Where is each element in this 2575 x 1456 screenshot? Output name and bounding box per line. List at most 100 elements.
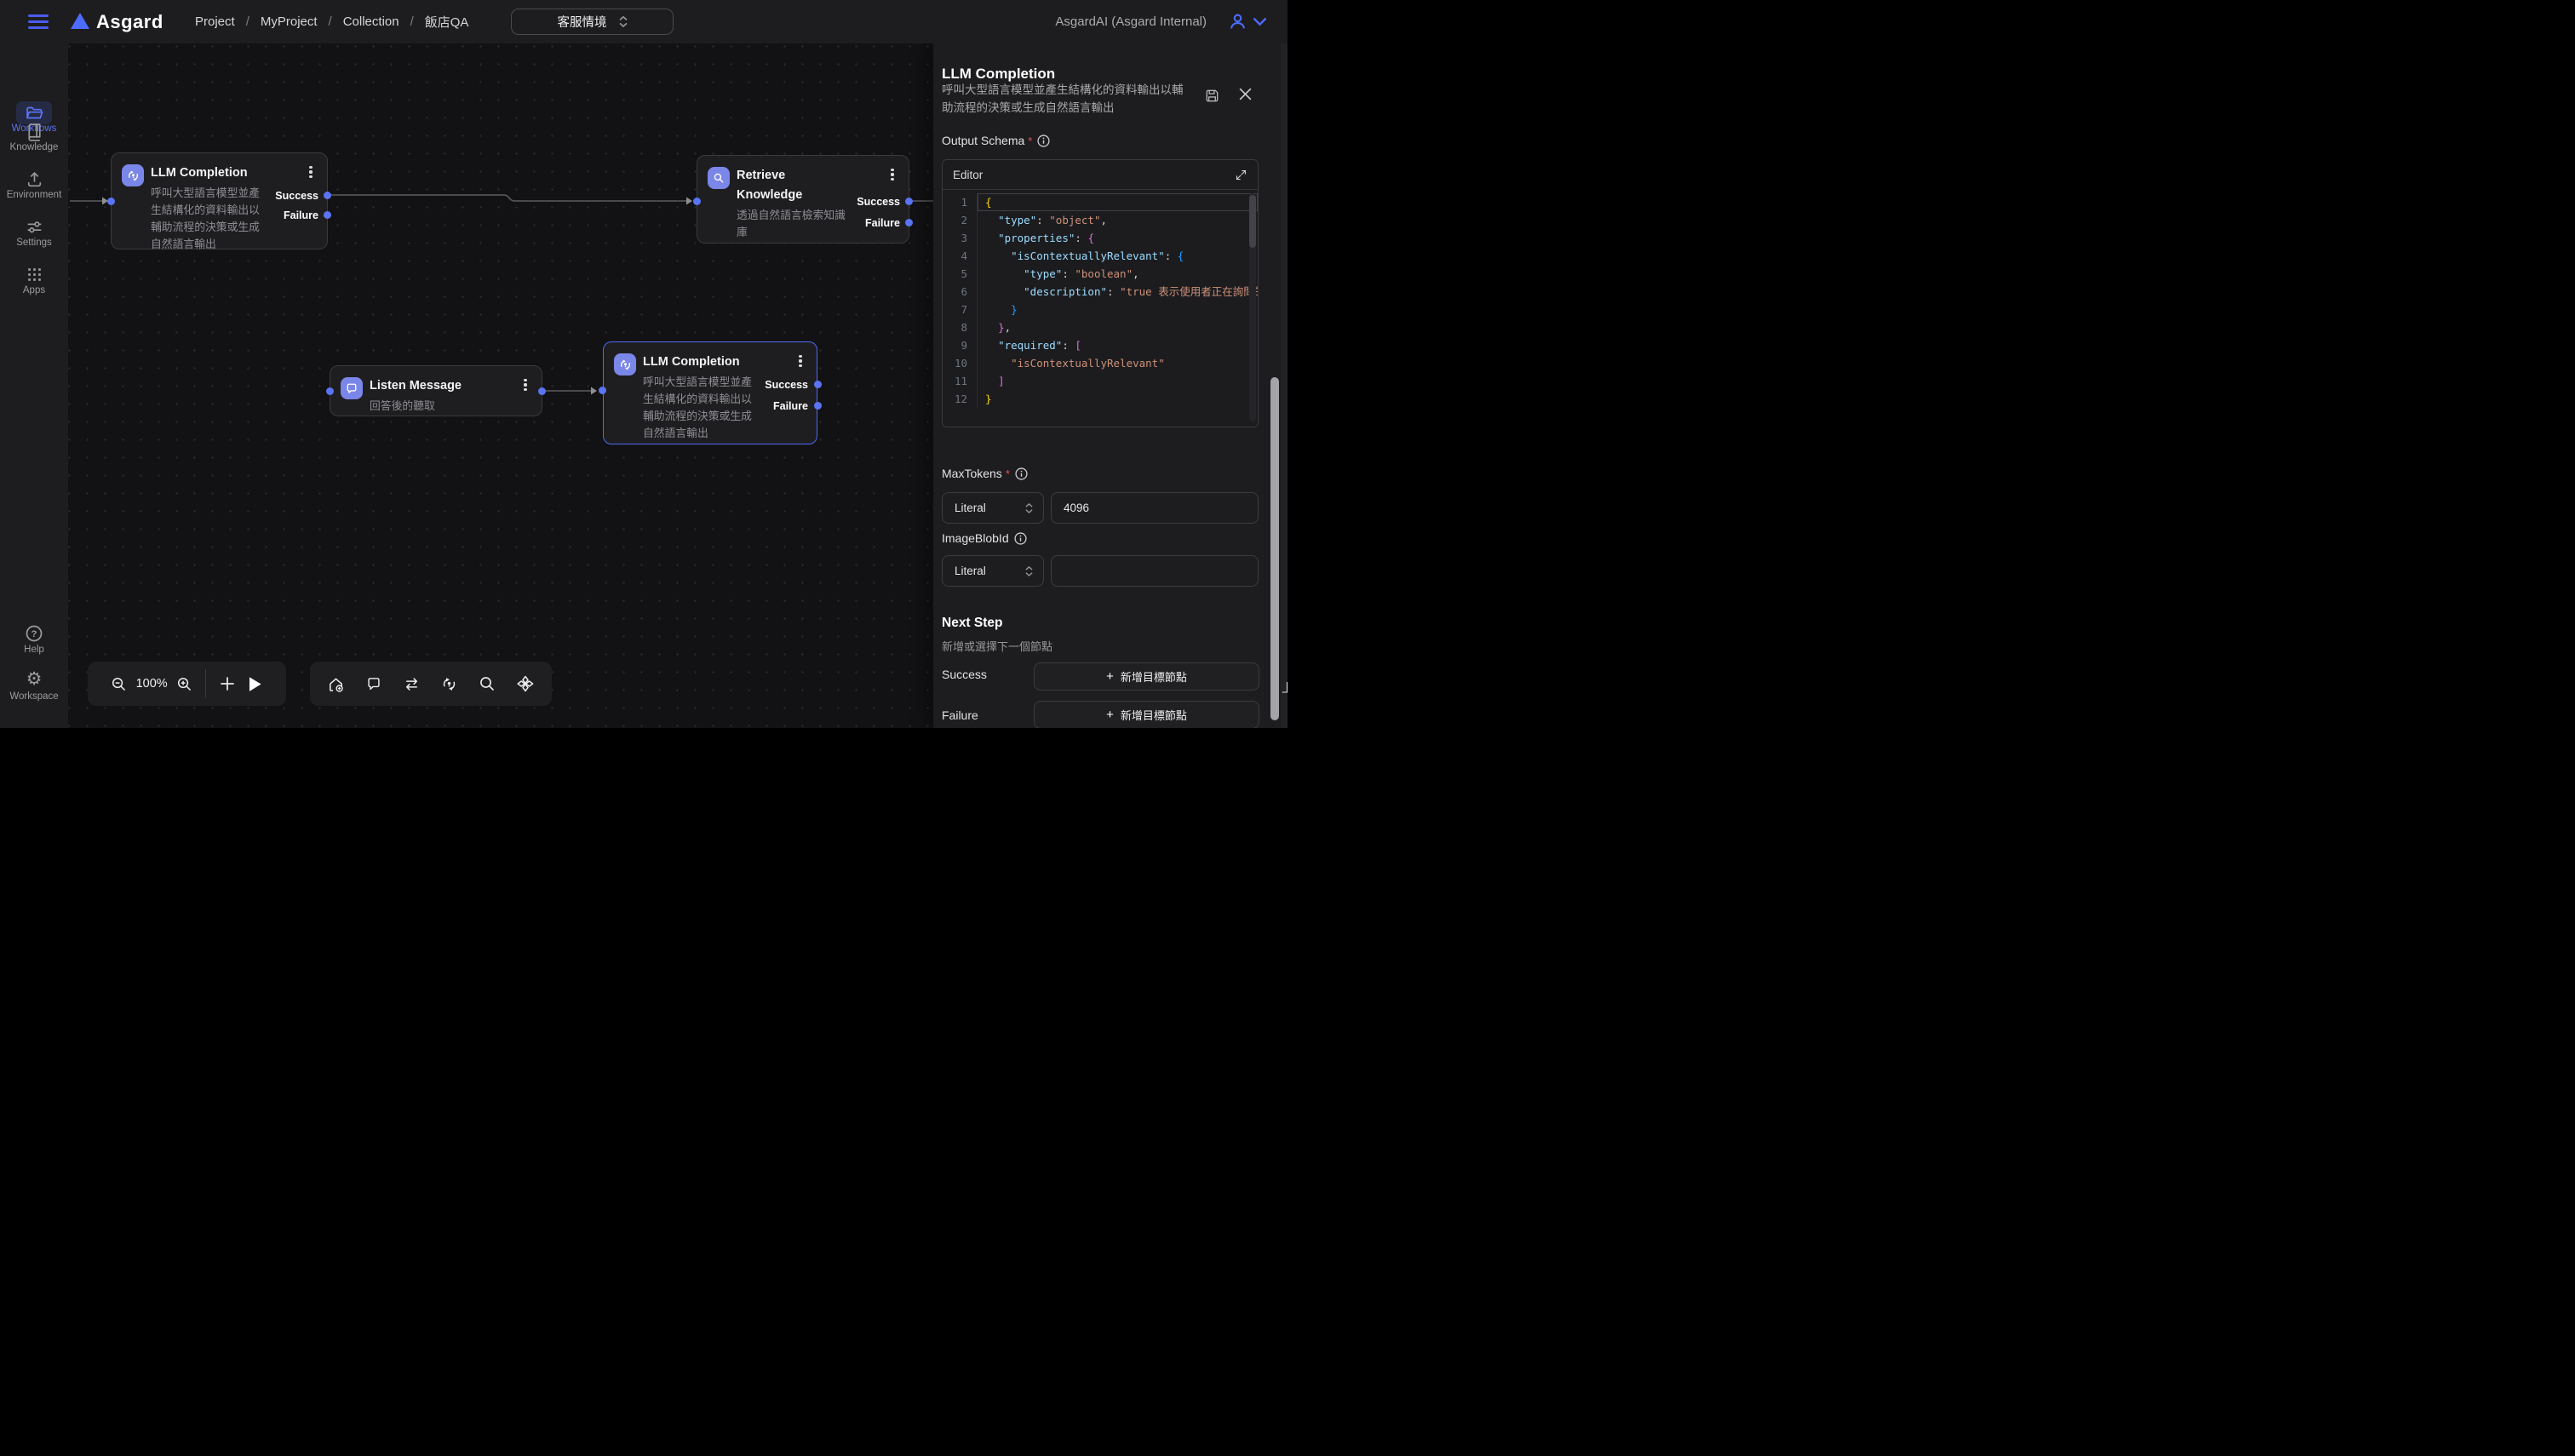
retrieve-knowledge-icon	[708, 167, 730, 189]
add-home-node-button[interactable]	[327, 675, 345, 693]
info-icon[interactable]	[1014, 532, 1027, 545]
breadcrumb-collection[interactable]: Collection	[343, 14, 399, 29]
node-menu-icon[interactable]	[794, 354, 806, 368]
info-icon[interactable]	[1015, 467, 1028, 480]
max-tokens-input[interactable]	[1051, 492, 1259, 524]
node-description: 透過自然語言檢索知識庫	[737, 207, 850, 241]
output-port-success: Success	[275, 190, 318, 202]
failure-handle[interactable]	[905, 219, 913, 226]
zoom-toolbar: 100%	[88, 662, 286, 706]
success-handle[interactable]	[905, 198, 913, 205]
max-tokens-label: MaxTokens *	[942, 467, 1028, 480]
folder-icon	[25, 104, 43, 123]
failure-handle[interactable]	[324, 211, 331, 219]
menu-icon[interactable]	[28, 14, 49, 29]
account-chevron-down-icon[interactable]	[1253, 18, 1266, 26]
input-handle[interactable]	[107, 198, 115, 205]
left-sidebar: Workflows Knowledge Environment	[0, 43, 68, 728]
node-listen-message[interactable]: Listen Message 回答後的聽取	[330, 365, 542, 416]
updown-chevron-icon	[1025, 503, 1033, 513]
llm-completion-icon	[614, 353, 636, 375]
active-item-highlight	[16, 101, 52, 124]
breadcrumb-myproject[interactable]: MyProject	[261, 14, 318, 29]
node-description: 回答後的聽取	[370, 398, 483, 415]
next-step-success-label: Success	[942, 668, 987, 681]
info-icon[interactable]	[1037, 135, 1050, 147]
output-handle[interactable]	[538, 387, 546, 395]
input-handle[interactable]	[326, 387, 334, 395]
node-menu-icon[interactable]	[519, 378, 531, 392]
success-handle[interactable]	[324, 192, 331, 199]
node-description: 呼叫大型語言模型並產生結構化的資料輸出以輔助流程的決策或生成自然語言輸出	[643, 374, 756, 442]
environment-selector[interactable]: 客服情境	[511, 9, 674, 35]
next-step-title: Next Step	[942, 616, 1003, 631]
input-handle[interactable]	[599, 387, 606, 394]
sidebar-item-help[interactable]: ? Help	[0, 623, 68, 644]
node-llm-completion-1[interactable]: LLM Completion 呼叫大型語言模型並產生結構化的資料輸出以輔助流程的…	[111, 152, 328, 249]
input-handle[interactable]	[693, 198, 701, 205]
plus-icon: +	[1106, 670, 1114, 683]
user-icon[interactable]	[1227, 11, 1248, 32]
panel-title: LLM Completion	[942, 66, 1055, 83]
output-port-failure: Failure	[773, 400, 808, 412]
editor-code-area[interactable]: 1{ 2 "type": "object", 3 "properties": {…	[943, 190, 1258, 427]
panel-scrollbar-track[interactable]	[1281, 43, 1288, 728]
close-icon[interactable]	[1239, 88, 1252, 100]
editor-title: Editor	[953, 169, 983, 181]
account-label: AsgardAI (Asgard Internal)	[1055, 0, 1207, 43]
node-description: 呼叫大型語言模型並產生結構化的資料輸出以輔助流程的決策或生成自然語言輸出	[151, 185, 264, 253]
search-node-button[interactable]	[479, 675, 496, 692]
llm-node-button[interactable]	[440, 675, 458, 693]
add-success-target-button[interactable]: + 新增目標節點	[1034, 662, 1259, 691]
knowledge-node-button[interactable]	[516, 674, 535, 693]
upload-icon	[25, 169, 44, 189]
node-title: Listen Message	[370, 376, 479, 396]
node-config-panel: LLM Completion 呼叫大型語言模型並產生結構化的資料輸出以輔助流程的…	[933, 43, 1288, 728]
next-step-failure-label: Failure	[942, 708, 978, 722]
image-blob-id-label: ImageBlobId	[942, 531, 1027, 545]
help-icon: ?	[24, 623, 44, 644]
node-retrieve-knowledge[interactable]: Retrieve Knowledge 透過自然語言檢索知識庫 Success F…	[697, 155, 909, 244]
sidebar-item-apps[interactable]: Apps	[0, 265, 68, 284]
panel-scrollbar-thumb[interactable]	[1270, 377, 1279, 720]
toolbar-divider	[205, 669, 206, 698]
sidebar-item-environment[interactable]: Environment	[0, 169, 68, 189]
node-title: Retrieve Knowledge	[737, 166, 846, 205]
sidebar-item-knowledge[interactable]: Knowledge	[0, 122, 68, 141]
output-port-failure: Failure	[284, 209, 318, 221]
gear-icon: ⚙	[0, 669, 68, 690]
apps-grid-icon	[25, 265, 44, 284]
book-icon	[25, 122, 44, 141]
node-menu-icon[interactable]	[305, 165, 317, 179]
node-palette-toolbar	[310, 662, 552, 706]
save-icon[interactable]	[1204, 88, 1220, 104]
editor-scrollbar-thumb[interactable]	[1249, 195, 1256, 248]
image-blob-id-input[interactable]	[1051, 555, 1259, 587]
svg-text:?: ?	[32, 629, 37, 639]
add-node-button[interactable]	[213, 676, 241, 691]
breadcrumb-current[interactable]: 飯店QA	[425, 13, 469, 31]
zoom-out-button[interactable]	[105, 676, 133, 692]
node-title: LLM Completion	[643, 353, 752, 372]
zoom-in-button[interactable]	[170, 676, 198, 692]
image-blob-id-mode-select[interactable]: Literal	[942, 555, 1044, 587]
run-workflow-button[interactable]	[241, 676, 269, 692]
schema-editor[interactable]: Editor 1{ 2 "type": "object", 3 "propert…	[942, 159, 1259, 427]
editor-header: Editor	[943, 160, 1258, 190]
node-llm-completion-2-selected[interactable]: LLM Completion 呼叫大型語言模型並產生結構化的資料輸出以輔助流程的…	[603, 341, 817, 444]
sidebar-item-workspace[interactable]: ⚙ Workspace	[0, 669, 68, 690]
listen-message-icon	[341, 377, 363, 399]
success-handle[interactable]	[814, 381, 822, 388]
output-port-success: Success	[765, 379, 808, 391]
expand-icon[interactable]	[1235, 169, 1247, 181]
failure-handle[interactable]	[814, 402, 822, 410]
workflow-canvas[interactable]: LLM Completion 呼叫大型語言模型並產生結構化的資料輸出以輔助流程的…	[68, 43, 933, 728]
breadcrumb-project[interactable]: Project	[195, 14, 235, 29]
updown-chevron-icon	[1025, 566, 1033, 576]
max-tokens-mode-select[interactable]: Literal	[942, 492, 1044, 524]
message-node-button[interactable]	[365, 675, 382, 692]
node-menu-icon[interactable]	[886, 168, 898, 181]
sidebar-item-settings[interactable]: Settings	[0, 217, 68, 237]
swap-node-button[interactable]	[403, 675, 421, 693]
add-failure-target-button[interactable]: + 新增目標節點	[1034, 701, 1259, 728]
